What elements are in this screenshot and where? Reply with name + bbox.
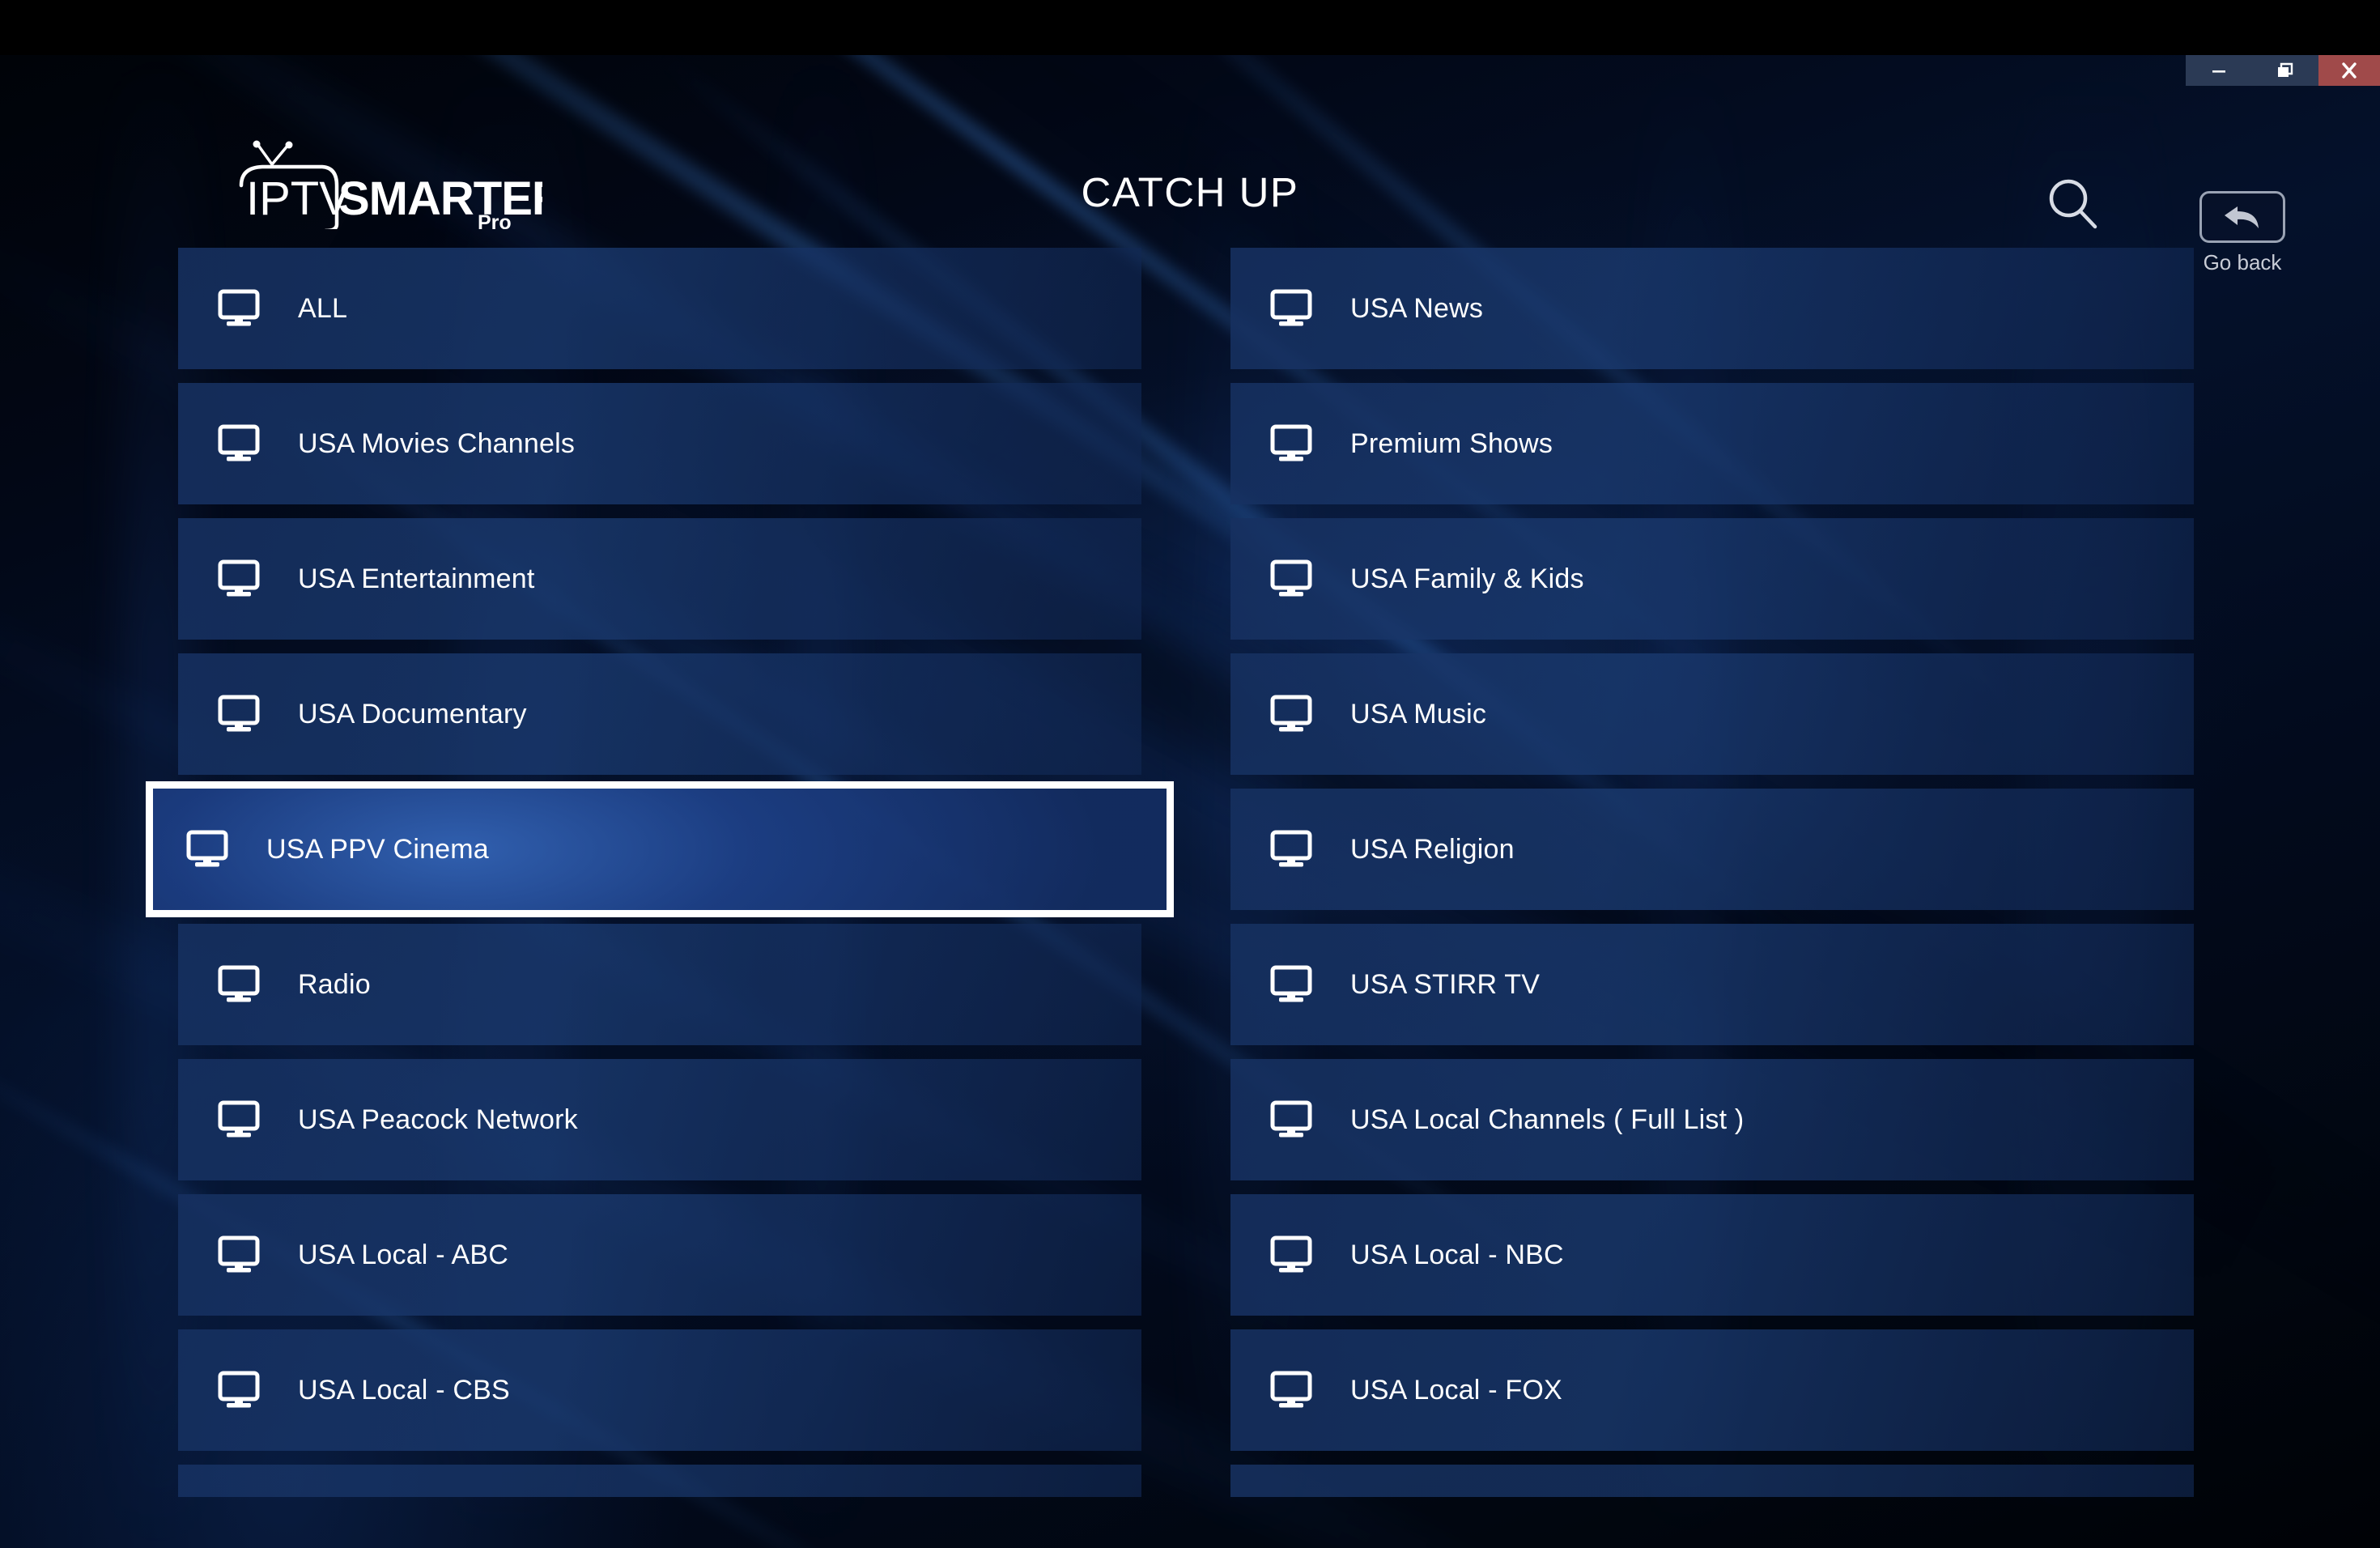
monitor-icon <box>1269 557 1313 601</box>
close-icon <box>2342 62 2357 79</box>
category-label: USA Religion <box>1350 833 1515 865</box>
monitor-icon <box>218 695 260 732</box>
category-label: USA Peacock Network <box>298 1104 578 1135</box>
monitor-icon <box>218 1100 260 1138</box>
monitor-icon <box>1269 692 1313 736</box>
monitor-icon <box>1270 559 1312 597</box>
monitor-icon <box>218 965 260 1002</box>
category-label: USA Local - FOX <box>1350 1374 1562 1406</box>
category-row[interactable]: Radio <box>178 924 1141 1045</box>
monitor-icon <box>186 830 228 867</box>
monitor-icon <box>217 1098 261 1142</box>
category-label: USA Local - NBC <box>1350 1239 1564 1270</box>
monitor-icon <box>185 827 229 871</box>
category-row[interactable]: USA Family & Kids <box>1230 518 2194 640</box>
search-icon[interactable] <box>2042 172 2106 237</box>
category-label: USA Music <box>1350 698 1487 729</box>
go-back-icon-box <box>2199 191 2285 243</box>
monitor-icon <box>1270 695 1312 732</box>
monitor-icon <box>217 692 261 736</box>
monitor-icon <box>1269 827 1313 871</box>
category-label: USA Local - CBS <box>298 1374 510 1406</box>
monitor-icon <box>1269 963 1313 1006</box>
category-row[interactable]: USA Local - NBC <box>1230 1194 2194 1316</box>
monitor-icon <box>217 287 261 330</box>
category-label: USA News <box>1350 292 1484 324</box>
monitor-icon <box>218 1235 260 1273</box>
app-header: IPTV SMARTERS Pro CATCH UP Go back <box>0 55 2380 274</box>
category-label: USA PPV Cinema <box>266 833 489 865</box>
monitor-icon <box>1270 830 1312 867</box>
go-back-button[interactable]: Go back <box>2186 191 2299 275</box>
monitor-icon <box>218 289 260 326</box>
page-title: CATCH UP <box>1081 169 1299 215</box>
category-row-partial[interactable] <box>1230 1465 2194 1497</box>
category-row[interactable]: USA Movies Channels <box>178 383 1141 504</box>
category-label: Premium Shows <box>1350 427 1553 459</box>
monitor-icon <box>217 1368 261 1412</box>
category-row[interactable]: Premium Shows <box>1230 383 2194 504</box>
category-label: USA Family & Kids <box>1350 563 1584 594</box>
monitor-icon <box>217 557 261 601</box>
category-row[interactable]: USA Local - CBS <box>178 1329 1141 1451</box>
category-row[interactable]: USA STIRR TV <box>1230 924 2194 1045</box>
monitor-icon <box>217 963 261 1006</box>
monitor-icon <box>218 1371 260 1408</box>
monitor-icon <box>1269 1098 1313 1142</box>
minimize-button[interactable] <box>2186 55 2252 86</box>
monitor-icon <box>1270 424 1312 461</box>
monitor-icon <box>1270 965 1312 1002</box>
category-list: ALL USA Movies Channels USA Entertainment U… <box>0 225 2380 1548</box>
category-row[interactable]: USA Local - FOX <box>1230 1329 2194 1451</box>
minimize-icon <box>2212 70 2225 73</box>
category-row[interactable]: ALL <box>178 248 1141 369</box>
category-column-right: USA News Premium Shows USA Family & Kids US… <box>1230 248 2194 1511</box>
letterbox-band <box>0 0 2380 55</box>
monitor-icon <box>1269 1233 1313 1277</box>
category-row[interactable]: USA Local - ABC <box>178 1194 1141 1316</box>
category-label: USA Movies Channels <box>298 427 576 459</box>
monitor-icon <box>1270 289 1312 326</box>
monitor-icon <box>218 559 260 597</box>
category-label: USA Entertainment <box>298 563 535 594</box>
monitor-icon <box>1270 1371 1312 1408</box>
monitor-icon <box>1270 1235 1312 1273</box>
category-label: ALL <box>298 292 348 324</box>
category-row[interactable]: USA Peacock Network <box>178 1059 1141 1180</box>
category-row[interactable]: USA Documentary <box>178 653 1141 775</box>
window-controls <box>2186 55 2380 86</box>
category-column-left: ALL USA Movies Channels USA Entertainment U… <box>146 248 1174 1511</box>
monitor-icon <box>218 424 260 461</box>
monitor-icon <box>1270 1100 1312 1138</box>
monitor-icon <box>217 422 261 466</box>
category-row-partial[interactable] <box>178 1465 1141 1497</box>
category-row-selected[interactable]: USA PPV Cinema <box>146 781 1174 917</box>
monitor-icon <box>1269 422 1313 466</box>
go-back-label: Go back <box>2203 250 2282 274</box>
back-arrow-icon <box>2225 206 2259 228</box>
category-row[interactable]: USA Religion <box>1230 789 2194 910</box>
monitor-icon <box>1269 287 1313 330</box>
category-label: Radio <box>298 968 371 1000</box>
category-row[interactable]: USA Entertainment <box>178 518 1141 640</box>
category-label: USA Local Channels ( Full List ) <box>1350 1104 1745 1135</box>
category-label: USA Local - ABC <box>298 1239 509 1270</box>
category-label: USA STIRR TV <box>1350 968 1541 1000</box>
category-row[interactable]: USA Local Channels ( Full List ) <box>1230 1059 2194 1180</box>
category-row[interactable]: USA Music <box>1230 653 2194 775</box>
restore-icon <box>2278 62 2293 77</box>
restore-button[interactable] <box>2252 55 2318 86</box>
monitor-icon <box>1269 1368 1313 1412</box>
app-window: IPTV SMARTERS Pro CATCH UP Go back <box>0 0 2380 1548</box>
category-row[interactable]: USA News <box>1230 248 2194 369</box>
close-button[interactable] <box>2318 55 2380 86</box>
category-label: USA Documentary <box>298 698 527 729</box>
monitor-icon <box>217 1233 261 1277</box>
